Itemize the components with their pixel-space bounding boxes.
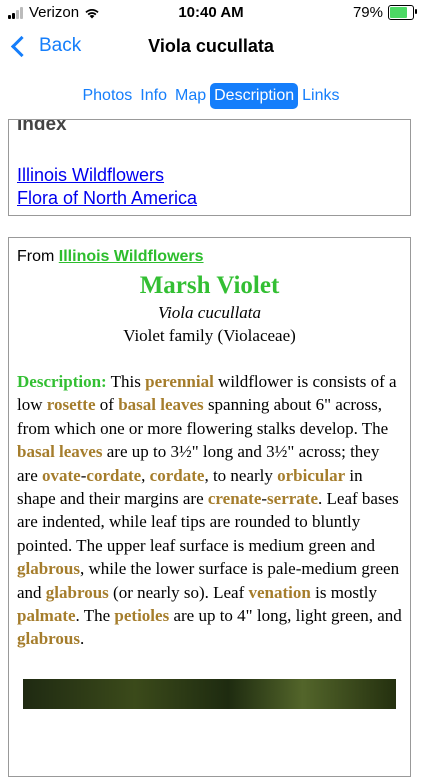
index-box: Index Illinois Wildflowers Flora of Nort… — [8, 119, 411, 216]
glossary-term[interactable]: perennial — [145, 372, 214, 391]
glossary-term[interactable]: serrate — [267, 489, 318, 508]
page-title: Viola cucullata — [148, 36, 274, 56]
glossary-term[interactable]: glabrous — [46, 583, 109, 602]
index-heading: Index — [17, 119, 67, 135]
tab-photos[interactable]: Photos — [78, 83, 136, 109]
description-text: Description: This perennial wildflower i… — [17, 370, 402, 651]
glossary-term[interactable]: cordate — [150, 466, 205, 485]
description-fragment: This — [110, 372, 146, 391]
glossary-term[interactable]: palmate — [17, 606, 76, 625]
source-line: From Illinois Wildflowers — [17, 248, 402, 266]
source-link[interactable]: Illinois Wildflowers — [59, 248, 204, 265]
index-links: Illinois Wildflowers Flora of North Amer… — [17, 164, 197, 210]
battery-fill — [390, 7, 408, 18]
link-illinois-wildflowers[interactable]: Illinois Wildflowers — [17, 164, 197, 187]
source-prefix: From — [17, 248, 59, 265]
glossary-term[interactable]: cordate — [86, 466, 141, 485]
glossary-term[interactable]: petioles — [114, 606, 169, 625]
common-name: Marsh Violet — [139, 272, 280, 299]
status-bar: Verizon 10:40 AM 79% — [0, 0, 422, 26]
glossary-term[interactable]: crenate — [208, 489, 262, 508]
description-content: From Illinois Wildflowers Marsh Violet V… — [9, 238, 410, 709]
description-fragment: is mostly — [310, 582, 377, 602]
glossary-term[interactable]: glabrous — [17, 629, 80, 648]
tab-info[interactable]: Info — [136, 83, 171, 109]
glossary-term[interactable]: basal leaves — [17, 442, 102, 461]
link-flora-of-north-america[interactable]: Flora of North America — [17, 187, 197, 210]
battery-percent: 79% — [352, 4, 383, 21]
description-fragment: , to nearly — [204, 465, 278, 485]
description-fragment: , — [141, 465, 150, 485]
tab-map[interactable]: Map — [171, 83, 210, 109]
description-fragment: are up to 4" long, light green, and — [169, 606, 402, 626]
glossary-term[interactable]: basal leaves — [118, 395, 203, 414]
family-name: Violet family (Violaceae) — [123, 326, 296, 345]
battery-icon — [388, 5, 417, 20]
description-fragment: of — [95, 395, 119, 415]
glossary-term[interactable]: rosette — [47, 395, 96, 414]
status-right: 79% — [352, 4, 417, 21]
glossary-term[interactable]: glabrous — [17, 559, 80, 578]
scientific-name: Viola cucullata — [157, 303, 262, 322]
tab-bar: Photos Info Map Description Links — [0, 83, 422, 109]
glossary-term[interactable]: orbicular — [277, 466, 345, 485]
tab-description[interactable]: Description — [210, 83, 299, 109]
glossary-term[interactable]: venation — [249, 583, 311, 602]
description-fragment: . The — [75, 606, 115, 626]
glossary-term[interactable]: ovate — [42, 466, 81, 485]
battery-cap — [415, 9, 417, 14]
navigation-bar: Back Viola cucullata — [0, 26, 422, 70]
description-fragment: . — [80, 629, 85, 649]
description-label: Description: — [17, 372, 107, 391]
description-fragment: (or nearly so). Leaf — [108, 582, 249, 602]
tab-links[interactable]: Links — [298, 83, 343, 109]
description-box: From Illinois Wildflowers Marsh Violet V… — [8, 237, 411, 777]
plant-photo — [23, 678, 396, 709]
